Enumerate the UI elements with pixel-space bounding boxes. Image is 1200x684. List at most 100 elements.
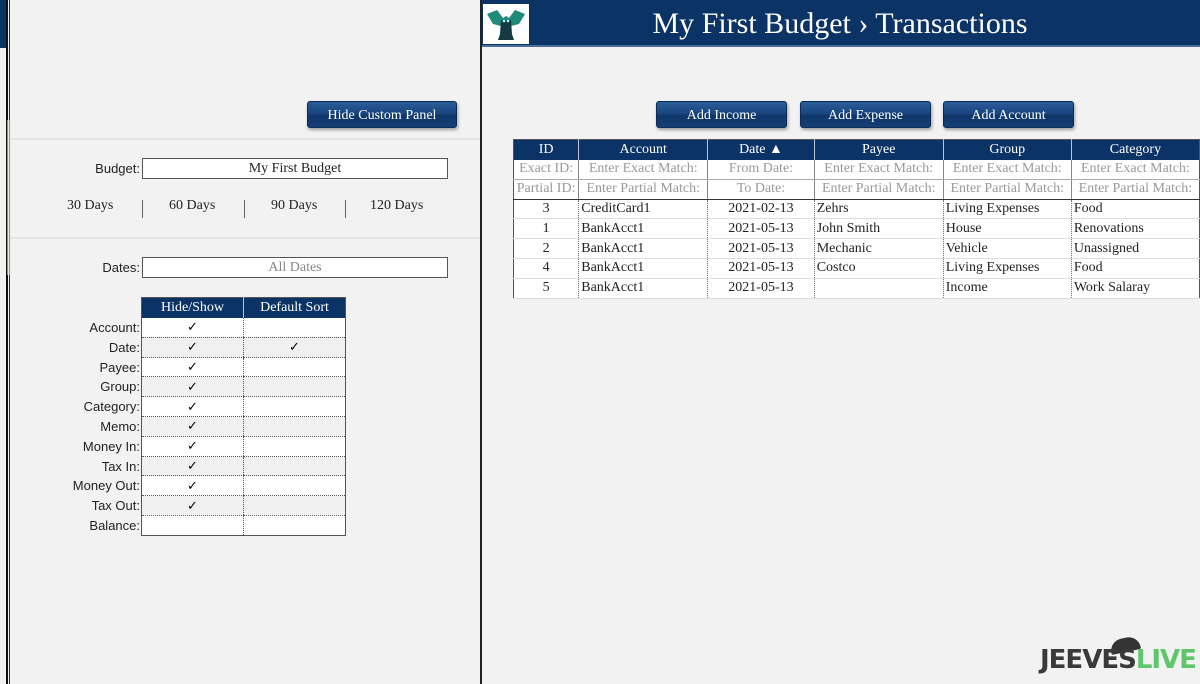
to-date-input[interactable]: To Date: [707, 179, 815, 200]
range-120-days[interactable]: 120 Days [370, 198, 423, 214]
show-toggle[interactable]: ✓ [141, 495, 244, 516]
watermark-part2: LIVE [1135, 645, 1197, 675]
partial-group-input[interactable]: Enter Partial Match: [942, 179, 1072, 200]
col-header-category[interactable]: Category [1070, 139, 1200, 160]
sort-toggle[interactable] [243, 376, 346, 398]
col-header-group[interactable]: Group [942, 139, 1072, 160]
table-row[interactable]: 3 CreditCard1 2021-02-13 Zehrs Living Ex… [513, 199, 1200, 220]
sort-toggle[interactable] [243, 416, 346, 437]
default-sort-header: Default Sort [243, 297, 346, 318]
sort-toggle[interactable] [243, 515, 346, 536]
dates-field[interactable]: All Dates [142, 257, 448, 278]
col-header-date[interactable]: Date ▲ [707, 139, 815, 160]
sort-toggle[interactable]: ✓ [243, 337, 346, 358]
budget-label: Budget: [95, 161, 140, 176]
transactions-table: ID Account Date ▲ Payee Group Category E… [513, 139, 1200, 299]
table-row: ✓ [141, 456, 346, 477]
column-label: Payee: [99, 359, 140, 375]
watermark-part1: JEEVES [1040, 645, 1137, 675]
show-toggle[interactable]: ✓ [141, 396, 244, 417]
partial-id-input[interactable]: Partial ID: [513, 179, 579, 200]
range-30-days[interactable]: 30 Days [67, 198, 113, 214]
show-toggle[interactable]: ✓ [141, 436, 244, 457]
show-toggle[interactable]: ✓ [141, 456, 244, 477]
table-row: ✓ [141, 495, 346, 516]
add-income-button[interactable]: Add Income [656, 101, 787, 128]
left-border [6, 0, 8, 684]
show-toggle[interactable]: ✓ [141, 376, 244, 398]
exact-category-input[interactable]: Enter Exact Match: [1070, 159, 1200, 180]
cell-category: Work Salaray [1070, 278, 1200, 299]
add-expense-button[interactable]: Add Expense [800, 101, 931, 128]
table-row[interactable]: 1 BankAcct1 2021-05-13 John Smith House … [513, 218, 1200, 240]
column-label: Date: [108, 339, 140, 355]
hide-show-header: Hide/Show [141, 297, 244, 318]
cell-date: 2021-05-13 [707, 278, 815, 299]
cell-date: 2021-05-13 [707, 218, 815, 240]
range-60-days[interactable]: 60 Days [169, 198, 215, 214]
budget-field[interactable]: My First Budget [142, 158, 448, 179]
col-header-account[interactable]: Account [578, 139, 708, 160]
table-row[interactable]: 5 BankAcct1 2021-05-13 Income Work Salar… [513, 278, 1200, 299]
add-account-button[interactable]: Add Account [943, 101, 1074, 128]
column-label: Account: [89, 320, 140, 335]
exact-filter-row: Exact ID: Enter Exact Match: From Date: … [513, 159, 1200, 180]
cell-group: Living Expenses [942, 199, 1072, 220]
table-row[interactable]: 2 BankAcct1 2021-05-13 Mechanic Vehicle … [513, 238, 1200, 259]
cell-group: House [942, 218, 1072, 240]
sort-toggle[interactable] [243, 396, 346, 417]
hide-custom-panel-button[interactable]: Hide Custom Panel [307, 101, 457, 128]
day-range-selector: 30 Days 60 Days 90 Days 120 Days [40, 198, 450, 222]
separator [345, 200, 346, 218]
column-label: Category: [83, 399, 140, 415]
cell-category: Unassigned [1070, 238, 1200, 259]
cell-category: Food [1070, 199, 1200, 220]
show-toggle[interactable] [141, 515, 244, 536]
column-labels: Account: Date: Payee: Group: Category: M… [40, 318, 140, 536]
left-border-inner [9, 0, 10, 684]
from-date-input[interactable]: From Date: [707, 159, 815, 180]
sort-toggle[interactable] [243, 456, 346, 477]
cell-id: 1 [513, 218, 579, 240]
table-row: ✓ [141, 317, 346, 338]
exact-payee-input[interactable]: Enter Exact Match: [813, 159, 944, 180]
sort-toggle[interactable] [243, 475, 346, 497]
exact-id-input[interactable]: Exact ID: [513, 159, 579, 180]
range-90-days[interactable]: 90 Days [271, 198, 317, 214]
show-toggle[interactable]: ✓ [141, 416, 244, 437]
col-header-payee[interactable]: Payee [813, 139, 944, 160]
partial-category-input[interactable]: Enter Partial Match: [1070, 179, 1200, 200]
cell-group: Living Expenses [942, 258, 1072, 279]
partial-account-input[interactable]: Enter Partial Match: [578, 179, 708, 200]
cell-payee: Costco [813, 258, 944, 279]
jeeves-live-watermark: JEEVESLIVE [1040, 645, 1197, 675]
sort-toggle[interactable] [243, 317, 346, 338]
selection-highlight [7, 120, 11, 275]
table-row: ✓ [141, 416, 346, 437]
col-header-id[interactable]: ID [513, 139, 579, 160]
exact-group-input[interactable]: Enter Exact Match: [942, 159, 1072, 180]
cell-id: 3 [513, 199, 579, 220]
partial-payee-input[interactable]: Enter Partial Match: [813, 179, 944, 200]
table-row [141, 515, 346, 536]
table-row[interactable]: 4 BankAcct1 2021-05-13 Costco Living Exp… [513, 258, 1200, 279]
cell-account: BankAcct1 [578, 278, 708, 299]
show-toggle[interactable]: ✓ [141, 475, 244, 497]
column-label: Money Out: [72, 478, 140, 494]
table-row: ✓ [141, 475, 346, 497]
cell-payee [813, 278, 944, 299]
column-label: Balance: [89, 517, 140, 533]
sort-toggle[interactable] [243, 495, 346, 516]
column-label: Memo: [100, 418, 140, 434]
show-toggle[interactable]: ✓ [141, 337, 244, 358]
cell-group: Vehicle [942, 238, 1072, 259]
exact-account-input[interactable]: Enter Exact Match: [578, 159, 708, 180]
table-row: ✓ [141, 396, 346, 417]
sort-toggle[interactable] [243, 357, 346, 378]
show-toggle[interactable]: ✓ [141, 357, 244, 378]
cell-date: 2021-05-13 [707, 238, 815, 259]
show-toggle[interactable]: ✓ [141, 317, 244, 338]
cell-category: Renovations [1070, 218, 1200, 240]
column-label: Money In: [82, 438, 140, 454]
sort-toggle[interactable] [243, 436, 346, 457]
